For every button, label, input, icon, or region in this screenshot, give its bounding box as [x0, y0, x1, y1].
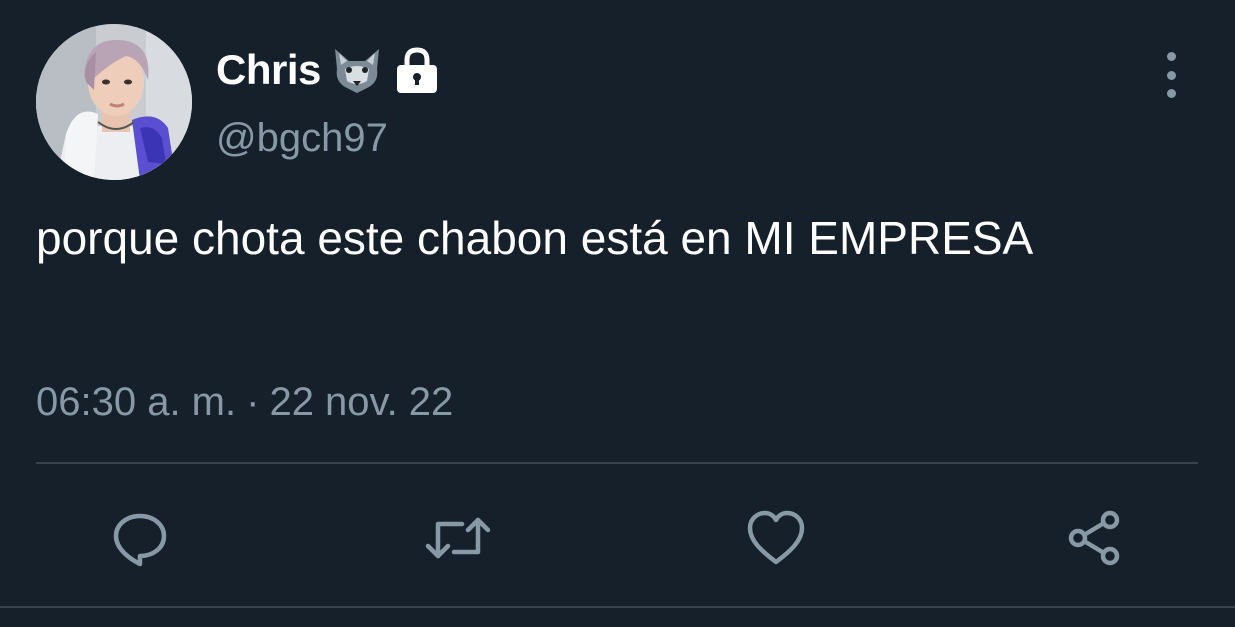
avatar[interactable]	[36, 24, 192, 180]
author-name-row: Chris	[216, 44, 441, 96]
retweet-button[interactable]	[418, 498, 498, 578]
bottom-divider	[0, 606, 1235, 608]
author-handle[interactable]: @bgch97	[216, 116, 388, 161]
tweet-date: 22 nov. 22	[269, 380, 454, 424]
more-vertical-icon	[1166, 52, 1176, 61]
tweet-actions	[0, 498, 1235, 578]
retweet-icon	[425, 517, 491, 559]
more-vertical-icon	[1166, 89, 1176, 98]
tweet-time: 06:30 a. m.	[36, 380, 237, 424]
display-name[interactable]: Chris	[216, 46, 321, 94]
divider	[36, 462, 1198, 464]
reply-icon	[113, 513, 167, 567]
reply-button[interactable]	[100, 498, 180, 578]
wolf-emoji-icon	[331, 47, 383, 93]
like-button[interactable]	[736, 498, 816, 578]
tweet-timestamp[interactable]: 06:30 a. m. · 22 nov. 22	[36, 380, 453, 425]
more-vertical-icon	[1166, 70, 1176, 80]
timestamp-separator: ·	[246, 380, 260, 424]
tweet-detail: Chris @bgch97 porque chota este chabon e…	[0, 0, 1235, 627]
more-options-button[interactable]	[1152, 52, 1190, 98]
like-icon	[747, 510, 805, 565]
tweet-text: porque chota este chabon está en MI EMPR…	[36, 212, 1034, 264]
share-icon	[1068, 510, 1120, 566]
share-button[interactable]	[1054, 498, 1134, 578]
lock-icon	[393, 46, 441, 94]
